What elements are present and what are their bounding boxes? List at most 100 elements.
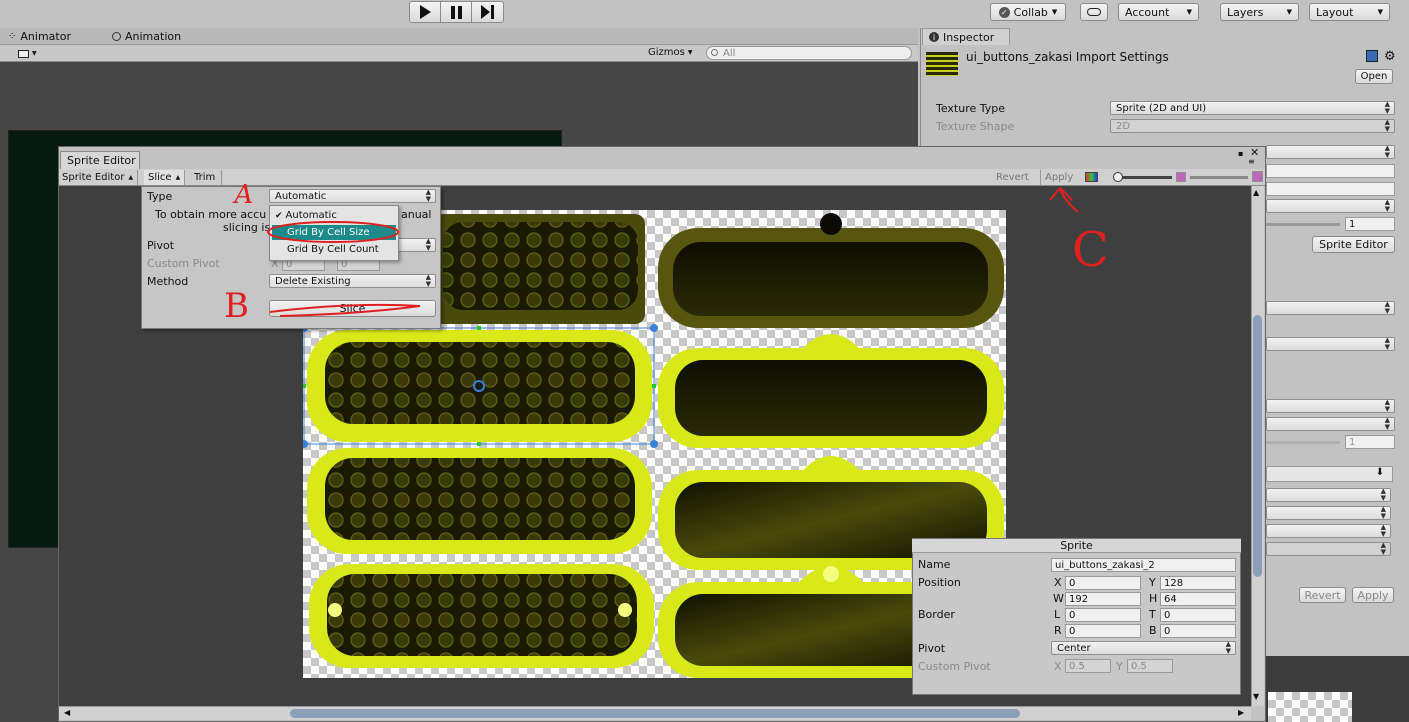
inspector-field-2[interactable] xyxy=(1266,182,1395,196)
slice-menu[interactable]: Slice ▲ xyxy=(144,170,186,185)
option-grid-by-cell-count[interactable]: Grid By Cell Count xyxy=(272,242,396,257)
inspector-dropdown-7[interactable]: ▲ ▼ xyxy=(1266,488,1391,502)
pos-y-field[interactable]: 128 xyxy=(1160,576,1236,590)
mode-dropdown[interactable]: Sprite Editor ▲ xyxy=(62,170,139,185)
scroll-right-icon[interactable]: ▶ xyxy=(1238,708,1244,717)
chevron-down-icon: ▲ xyxy=(175,174,181,181)
sprite-info-title: Sprite xyxy=(912,539,1241,553)
sprite-0[interactable] xyxy=(433,214,645,324)
border-handle[interactable] xyxy=(477,326,481,330)
scene-search-input[interactable]: All xyxy=(706,46,912,60)
inspector-dropdown-5[interactable]: ▲ ▼ xyxy=(1266,399,1395,413)
step-button[interactable] xyxy=(471,1,504,23)
scroll-down-icon[interactable]: ▼ xyxy=(1253,692,1259,701)
chevron-down-icon: ▲ ▼ xyxy=(1225,640,1231,655)
tab-inspector[interactable]: i Inspector xyxy=(922,28,1010,45)
inspector-dropdown-6[interactable]: ▲ ▼ xyxy=(1266,417,1395,431)
book-icon[interactable] xyxy=(1366,50,1378,62)
border-t-field[interactable]: 0 xyxy=(1160,608,1236,622)
texture-type-dropdown[interactable]: Sprite (2D and UI) ▲ ▼ xyxy=(1110,101,1395,115)
chevron-down-icon: ▲ ▼ xyxy=(425,237,431,252)
pos-w-value: 192 xyxy=(1069,593,1089,605)
slice-method-dropdown[interactable]: Delete Existing ▲ ▼ xyxy=(269,274,436,288)
sprite-pivot-dropdown[interactable]: Center ▲ ▼ xyxy=(1051,641,1236,655)
inspector-field-1[interactable] xyxy=(1266,164,1395,178)
inspector-revert-button: Revert xyxy=(1299,587,1346,603)
layers-dropdown[interactable]: Layers ▼ xyxy=(1220,3,1299,21)
inspector-dropdown-8[interactable]: ▲ ▼ xyxy=(1266,506,1391,520)
gizmos-label: Gizmos xyxy=(648,47,685,58)
sprite-2[interactable] xyxy=(307,330,652,442)
render-mode-button[interactable]: ▼ xyxy=(18,47,50,60)
inspector-dropdown-10: ▲ ▼ xyxy=(1266,542,1391,556)
sprite-3[interactable] xyxy=(658,334,1004,448)
sprite-editor-tab[interactable]: Sprite Editor xyxy=(60,151,140,169)
slice-button[interactable]: Slice xyxy=(269,300,436,317)
scroll-up-icon[interactable]: ▲ xyxy=(1253,188,1259,197)
selection-handle[interactable] xyxy=(650,440,658,448)
pos-h-value: 64 xyxy=(1164,593,1177,605)
border-handle[interactable] xyxy=(303,384,306,388)
zoom-slider-thumb[interactable] xyxy=(1113,172,1123,182)
open-label: Open xyxy=(1360,71,1388,82)
pos-h-field[interactable]: 64 xyxy=(1160,592,1236,606)
sprite-1[interactable] xyxy=(658,213,1004,328)
pixels-slider-track[interactable] xyxy=(1266,223,1340,226)
cloud-button[interactable] xyxy=(1080,3,1108,21)
layout-dropdown[interactable]: Layout ▼ xyxy=(1309,3,1390,21)
option-automatic[interactable]: ✔ Automatic xyxy=(272,208,396,223)
sprite-4[interactable] xyxy=(307,448,652,554)
tab-animation[interactable]: Animation xyxy=(112,30,181,43)
option-grid-by-cell-size[interactable]: Grid By Cell Size xyxy=(272,225,396,240)
border-handle[interactable] xyxy=(477,442,481,446)
border-handle[interactable] xyxy=(652,384,656,388)
horizontal-scroll-thumb[interactable] xyxy=(290,709,1020,718)
cp-y-label: Y xyxy=(1116,660,1123,673)
pos-w-field[interactable]: 192 xyxy=(1065,592,1141,606)
border-l-field[interactable]: 0 xyxy=(1065,608,1141,622)
pause-button[interactable] xyxy=(440,1,472,23)
sprite-editor-label: Sprite Editor xyxy=(1319,238,1388,251)
inspector-dropdown-9[interactable]: ▲ ▼ xyxy=(1266,524,1391,538)
inspector-apply-label: Apply xyxy=(1357,588,1389,602)
scroll-left-icon[interactable]: ◀ xyxy=(64,708,70,717)
collab-dropdown[interactable]: ✓ Collab ▼ xyxy=(990,3,1066,21)
inspector-dropdown-2[interactable]: ▲ ▼ xyxy=(1266,199,1395,213)
sprite-name-field[interactable]: ui_buttons_zakasi_2 xyxy=(1051,558,1236,572)
inspector-dropdown-1[interactable]: ▲ ▼ xyxy=(1266,145,1395,159)
pixels-field[interactable]: 1 xyxy=(1345,217,1395,231)
gear-icon[interactable]: ⚙ xyxy=(1384,49,1396,64)
slice-method-value: Delete Existing xyxy=(275,275,351,287)
selection-handle[interactable] xyxy=(650,324,658,332)
slice-method-label: Method xyxy=(147,275,189,288)
mip-slider-track[interactable] xyxy=(1190,176,1248,179)
pos-x-field[interactable]: 0 xyxy=(1065,576,1141,590)
inspector-dropdown-4[interactable]: ▲ ▼ xyxy=(1266,337,1395,351)
chevron-down-icon: ▲ xyxy=(128,174,134,181)
tab-animator[interactable]: ⁘ Animator xyxy=(8,30,71,43)
border-r-field[interactable]: 0 xyxy=(1065,624,1141,638)
border-b-field[interactable]: 0 xyxy=(1160,624,1236,638)
mip-icon xyxy=(1176,172,1186,182)
sprite-editor-button[interactable]: Sprite Editor xyxy=(1312,236,1395,253)
search-icon xyxy=(711,49,718,56)
inspector-dropdown-3[interactable]: ▲ ▼ xyxy=(1266,301,1395,315)
download-icon[interactable]: ⬇ xyxy=(1369,467,1391,481)
play-button[interactable] xyxy=(409,1,441,23)
slice-type-dropdown[interactable]: Automatic ▲ ▼ xyxy=(269,189,436,203)
slice-type-value: Automatic xyxy=(275,190,327,202)
option-automatic-label: Automatic xyxy=(285,210,337,221)
vertical-scroll-thumb[interactable] xyxy=(1253,315,1262,577)
menu-icon[interactable]: ≡ xyxy=(1248,157,1255,166)
color-channel-icon[interactable] xyxy=(1085,172,1098,182)
zoom-slider-track[interactable] xyxy=(1116,176,1172,179)
open-button[interactable]: Open xyxy=(1355,69,1393,84)
sprite-6[interactable] xyxy=(309,564,654,668)
account-dropdown[interactable]: Account ▼ xyxy=(1118,3,1199,21)
gizmos-dropdown[interactable]: Gizmos ▼ xyxy=(648,47,692,58)
sprite-pivot-value: Center xyxy=(1057,642,1091,654)
inspector-slider-track[interactable] xyxy=(1266,441,1340,444)
maximize-icon[interactable]: ▪ xyxy=(1238,149,1243,158)
trim-button[interactable]: Trim xyxy=(188,170,223,185)
selection-handle[interactable] xyxy=(303,440,308,448)
